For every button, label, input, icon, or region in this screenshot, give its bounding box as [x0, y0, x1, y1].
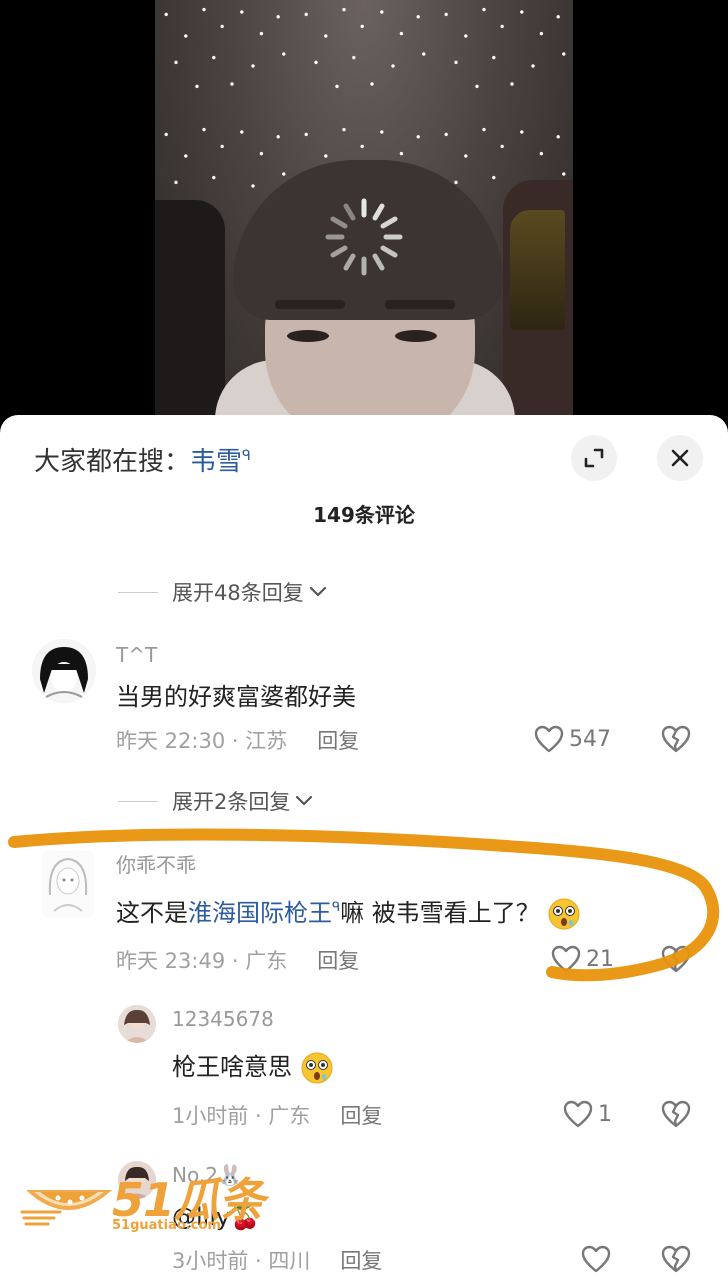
expand-panel-button[interactable]: [571, 435, 617, 481]
divider-line: [118, 800, 158, 802]
like-count: 21: [586, 946, 614, 972]
expand-replies-label: 展开48条回复: [172, 581, 304, 605]
reply-meta: 1小时前 · 广东 回复: [172, 1100, 382, 1130]
like-count: 1: [598, 1101, 612, 1127]
divider-line: [118, 591, 158, 593]
reply-button[interactable]: 回复: [340, 1249, 382, 1273]
person-brow-left: [275, 300, 345, 309]
like-button[interactable]: 21: [550, 944, 614, 974]
sketch-girl-avatar-icon: [42, 851, 94, 917]
reply-meta: 3小时前 · 四川 回复: [172, 1245, 382, 1275]
broken-heart-icon[interactable]: [660, 1099, 692, 1129]
close-icon: [671, 449, 689, 467]
comment-meta: 昨天 22:30 · 江苏 回复: [116, 725, 359, 755]
heart-outline-icon: [551, 945, 581, 973]
person-eye-right: [395, 330, 437, 342]
heart-outline-icon: [581, 1245, 611, 1273]
comment-text-part: 这不是: [116, 899, 188, 927]
comment-search-link[interactable]: 淮海国际枪王: [188, 899, 332, 927]
car-window: [510, 210, 565, 330]
chevron-down-icon: [309, 586, 326, 597]
expand-replies-label: 展开2条回复: [172, 790, 291, 814]
person-eye-left: [287, 330, 329, 342]
like-button[interactable]: 547: [533, 724, 611, 754]
reply-button[interactable]: 回复: [317, 949, 359, 973]
watermark-url: 51guatiao.com: [112, 1218, 221, 1233]
comment-panel: 大家都在搜：韦雪ᑫ 149条评论 展开48条回复 T^T 当男的好爽富婆都好美: [0, 415, 728, 1280]
video-area[interactable]: [0, 0, 728, 430]
anime-girl-avatar-icon: [32, 639, 96, 703]
broken-heart-icon[interactable]: [660, 1244, 692, 1274]
reply-time-location: 1小时前 · 广东: [172, 1104, 311, 1128]
watermark: 51瓜条 51guatiao.com: [20, 1160, 280, 1240]
reply-username[interactable]: 12345678: [172, 1007, 274, 1031]
comment-meta: 昨天 23:49 · 广东 回复: [116, 945, 359, 975]
heart-outline-icon: [563, 1100, 593, 1128]
comment-text: 这不是淮海国际枪王ᑫ嘛 被韦雪看上了？: [116, 893, 581, 931]
person-brow-right: [385, 300, 455, 309]
comment-username[interactable]: T^T: [116, 643, 157, 667]
reply-button[interactable]: 回复: [340, 1104, 382, 1128]
search-mark-icon: ᑫ: [242, 448, 251, 464]
shocked-face-emoji-icon: [548, 898, 580, 930]
trending-search-prefix: 大家都在搜：: [34, 447, 191, 477]
expand-replies-2[interactable]: 展开2条回复: [118, 786, 314, 816]
user-photo-avatar-icon: [118, 1005, 156, 1043]
comment-time-location: 昨天 23:49 · 广东: [116, 949, 288, 973]
reply-button[interactable]: 回复: [317, 729, 359, 753]
comment-time-location: 昨天 22:30 · 江苏: [116, 729, 288, 753]
like-button[interactable]: [580, 1244, 612, 1274]
comment-text-part: 嘛 被韦雪看上了？: [340, 899, 540, 927]
car-interior-left: [155, 200, 225, 430]
chevron-down-icon: [296, 795, 313, 806]
shocked-face-emoji-icon: [301, 1052, 333, 1084]
avatar[interactable]: [42, 851, 94, 917]
trending-search[interactable]: 大家都在搜：韦雪ᑫ: [34, 441, 251, 478]
reply-text-part: 枪王啥意思: [172, 1053, 292, 1081]
comment-username[interactable]: 你乖不乖: [116, 849, 196, 878]
expand-replies-48[interactable]: 展开48条回复: [118, 577, 328, 607]
like-button[interactable]: 1: [562, 1099, 612, 1129]
trending-search-term[interactable]: 韦雪: [190, 447, 242, 477]
like-count: 547: [569, 726, 611, 752]
watermelon-logo-icon: [20, 1190, 112, 1226]
broken-heart-icon[interactable]: [660, 944, 692, 974]
reply-time-location: 3小时前 · 四川: [172, 1249, 311, 1273]
search-mark-icon: ᑫ: [332, 900, 341, 915]
expand-icon: [584, 448, 604, 468]
avatar[interactable]: [118, 1005, 156, 1043]
comment-text: 当男的好爽富婆都好美: [116, 683, 356, 711]
loading-spinner-icon: [325, 198, 403, 276]
broken-heart-icon[interactable]: [660, 724, 692, 754]
avatar[interactable]: [32, 639, 96, 703]
heart-outline-icon: [534, 725, 564, 753]
close-panel-button[interactable]: [657, 435, 703, 481]
comment-count-title: 149条评论: [313, 503, 415, 527]
reply-text: 枪王啥意思: [172, 1047, 334, 1085]
